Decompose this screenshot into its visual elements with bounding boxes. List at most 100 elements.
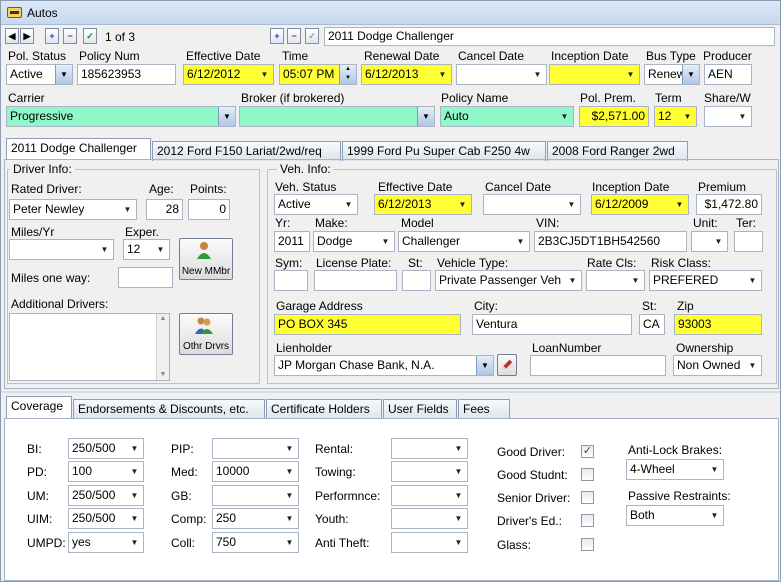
carrier-select[interactable]: Progressive ▼ [6,106,236,127]
rate-cls-select[interactable]: ▼ [586,270,645,291]
veh-effective-date-input[interactable]: 6/12/2013 ▼ [374,194,472,215]
producer-input[interactable]: AEN [704,64,752,85]
miles-one-way-input[interactable] [118,267,173,288]
other-drivers-button[interactable]: Othr Drvrs [179,313,233,355]
premium-input[interactable]: $1,472.80 [696,194,762,215]
splitter[interactable] [1,391,780,393]
good-driver-checkbox[interactable]: ✓ [581,445,594,458]
yr-input[interactable]: 2011 [274,231,310,252]
chevron-down-icon: ▼ [738,112,747,121]
chevron-down-icon: ▼ [454,514,463,523]
garage-address-input[interactable]: PO BOX 345 [274,314,461,335]
model-select[interactable]: Challenger ▼ [398,231,530,252]
delete-record-icon[interactable]: − [63,28,77,44]
inception-date-input[interactable]: ▼ [549,64,640,85]
drivers-ed-checkbox[interactable] [581,514,594,527]
effective-date-input[interactable]: 6/12/2012 ▼ [183,64,274,85]
cancel-date-input[interactable]: ▼ [456,64,547,85]
coverage-rental-select[interactable]: ▼ [391,438,468,459]
make-select[interactable]: Dodge ▼ [313,231,395,252]
ownership-select[interactable]: Non Owned ▼ [673,355,762,376]
lienholder-select[interactable]: JP Morgan Chase Bank, N.A. ▼ [274,355,494,376]
tab-endorsements[interactable]: Endorsements & Discounts, etc. [73,399,265,419]
coverage-comp-label: Comp: [171,512,207,526]
broker-label: Broker (if brokered) [241,91,345,105]
zip-input[interactable]: 93003 [674,314,762,335]
first-record-icon[interactable]: ◀ [5,28,19,44]
coverage-anti-theft-select[interactable]: ▼ [391,532,468,553]
points-input[interactable]: 0 [188,199,230,220]
tab-coverage[interactable]: Coverage [6,396,72,418]
pol-prem-input[interactable]: $2,571.00 [579,106,649,127]
last-record-icon[interactable]: ▶ [20,28,34,44]
good-student-checkbox[interactable] [581,468,594,481]
chevron-down-icon: ▼ [218,107,235,126]
share-select[interactable]: ▼ [704,106,752,127]
coverage-towing-select[interactable]: ▼ [391,461,468,482]
vehicle-tab-2[interactable]: 1999 Ford Pu Super Cab F250 4w [342,141,546,161]
veh-inception-date-input[interactable]: 6/12/2009 ▼ [591,194,689,215]
coverage-pip-select[interactable]: ▼ [212,438,299,459]
senior-driver-checkbox[interactable] [581,491,594,504]
passive-restraints-label: Passive Restraints: [628,489,731,503]
license-plate-input[interactable] [314,270,397,291]
vehicle-tab-1[interactable]: 2012 Ford F150 Lariat/2wd/req [152,141,341,161]
coverage-pd-select[interactable]: 100 ▼ [68,461,144,482]
coverage-comp-select[interactable]: 250 ▼ [212,508,299,529]
tab-certificate-holders[interactable]: Certificate Holders [266,399,382,419]
additional-drivers-list[interactable]: ▲ ▼ [9,313,170,381]
scrollbar[interactable]: ▲ ▼ [156,314,169,380]
save-vehicle-icon[interactable]: ✓ [305,28,319,44]
coverage-coll-select[interactable]: 750 ▼ [212,532,299,553]
coverage-umpd-select[interactable]: yes ▼ [68,532,144,553]
term-select[interactable]: 12 ▼ [654,106,697,127]
anti-lock-brakes-select[interactable]: 4-Wheel ▼ [626,459,724,480]
add-vehicle-icon[interactable]: + [270,28,284,44]
city-input[interactable]: Ventura [472,314,632,335]
coverage-bi-select[interactable]: 250/500 ▼ [68,438,144,459]
coverage-med-select[interactable]: 10000 ▼ [212,461,299,482]
policy-num-input[interactable]: 185623953 [77,64,176,85]
coverage-um-select[interactable]: 250/500 ▼ [68,485,144,506]
add-record-icon[interactable]: + [45,28,59,44]
passive-restraints-select[interactable]: Both ▼ [626,505,724,526]
coverage-performance-select[interactable]: ▼ [391,485,468,506]
save-record-icon[interactable]: ✓ [83,28,97,44]
broker-select[interactable]: ▼ [239,106,435,127]
coverage-gb-select[interactable]: ▼ [212,485,299,506]
age-input[interactable]: 28 [146,199,183,220]
record-counter: 1 of 3 [105,30,136,44]
exper-select[interactable]: 12 ▼ [123,239,170,260]
time-input[interactable]: 05:07 PM ▲ ▼ [279,64,357,85]
veh-status-select[interactable]: Active ▼ [274,194,358,215]
tab-user-fields[interactable]: User Fields [383,399,457,419]
tab-fees[interactable]: Fees [458,399,510,419]
bus-type-select[interactable]: Renew ▼ [644,64,700,85]
new-member-button[interactable]: New MMbr [179,238,233,280]
rated-driver-select[interactable]: Peter Newley ▼ [9,199,137,220]
coverage-youth-select[interactable]: ▼ [391,508,468,529]
vin-input[interactable]: 2B3CJ5DT1BH542560 [534,231,687,252]
vehicle-type-select[interactable]: Private Passenger Veh ▼ [435,270,582,291]
risk-class-select[interactable]: PREFERED ▼ [649,270,762,291]
delete-vehicle-icon[interactable]: − [287,28,301,44]
st-input[interactable] [402,270,431,291]
policy-name-select[interactable]: Auto ▼ [440,106,574,127]
pol-status-select[interactable]: Active ▼ [6,64,73,85]
unit-select[interactable]: ▼ [691,231,728,252]
loan-number-input[interactable] [530,355,666,376]
chevron-down-icon: ▼ [381,237,390,246]
chevron-down-icon: ▼ [683,112,692,121]
sym-input[interactable] [274,270,308,291]
veh-cancel-date-input[interactable]: ▼ [483,194,581,215]
vehicle-tab-3[interactable]: 2008 Ford Ranger 2wd [547,141,688,161]
ter-input[interactable] [734,231,763,252]
coverage-uim-select[interactable]: 250/500 ▼ [68,508,144,529]
miles-yr-select[interactable]: ▼ [9,239,114,260]
garage-st-input[interactable]: CA [639,314,665,335]
pencil-icon[interactable] [497,354,517,376]
miles-one-way-label: Miles one way: [11,271,91,285]
vehicle-tab-0[interactable]: 2011 Dodge Challenger [6,138,151,160]
renewal-date-input[interactable]: 6/12/2013 ▼ [361,64,452,85]
glass-checkbox[interactable] [581,538,594,551]
